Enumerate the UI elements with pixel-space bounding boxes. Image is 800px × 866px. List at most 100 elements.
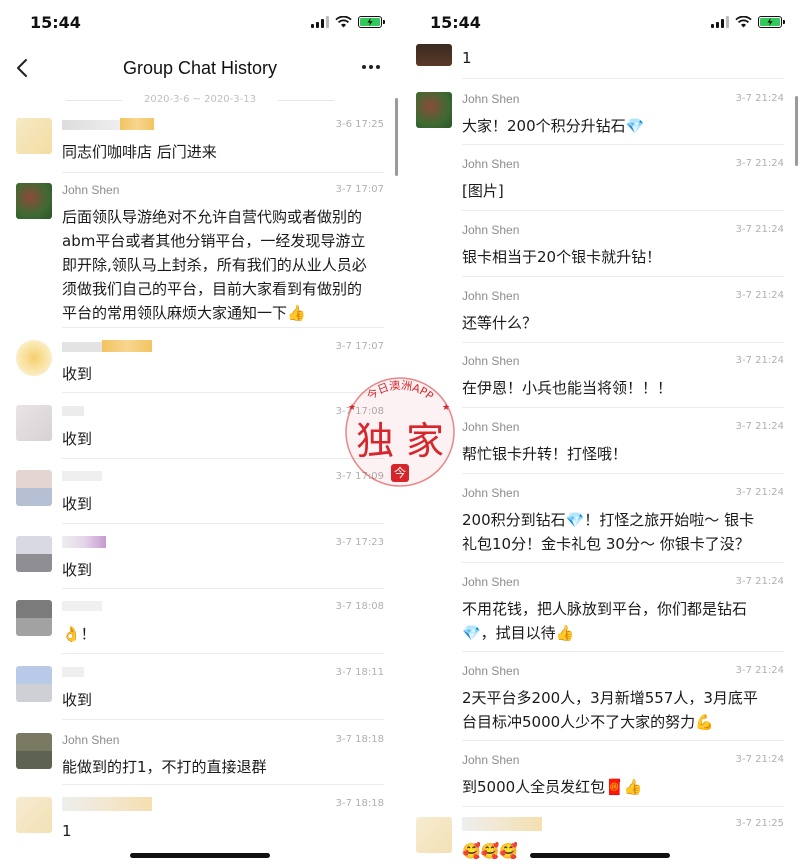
message-time: 3-7 21:24 — [735, 158, 784, 169]
sender-name: John Shen — [462, 289, 520, 303]
sender-name: John Shen — [462, 354, 520, 368]
more-button[interactable] — [358, 54, 384, 80]
sender-name — [62, 118, 154, 133]
avatar — [416, 817, 452, 853]
sender-name — [62, 797, 152, 814]
message-text: 还等什么？ — [462, 314, 538, 332]
message-time: 3-7 21:25 — [735, 818, 784, 829]
message-time: 3-7 17:07 — [335, 184, 384, 195]
sender-name — [62, 470, 102, 484]
message-text: 收到 — [62, 691, 93, 709]
message-time: 3-7 21:24 — [735, 93, 784, 104]
divider — [462, 473, 784, 474]
message-text: 银卡相当于20个银卡就升钻！ — [462, 248, 662, 266]
sender-name: John Shen — [462, 223, 520, 237]
message-item[interactable]: 3-7 18:08 👌！ — [0, 600, 400, 660]
message-item[interactable]: 3-7 21:25 🥰🥰🥰 — [400, 817, 800, 866]
sender-name: John Shen — [462, 575, 520, 589]
message-text: 能做到的打1，不打的直接退群 — [62, 758, 267, 776]
message-item[interactable]: 1 — [400, 44, 800, 74]
sender-name: John Shen — [462, 92, 520, 106]
avatar — [16, 470, 52, 506]
message-item[interactable]: John Shen 3-7 21:24 2天平台多200人，3月新增557人，3… — [400, 664, 800, 746]
message-text: 后面领队导游绝对不允许自营代购或者做别的 abm平台或者其他分销平台，一经发现导… — [62, 208, 367, 322]
nav-bar: Group Chat History — [0, 46, 400, 90]
watermark-big-text: 独 家 — [356, 419, 444, 463]
message-text: 大家！200个积分升钻石💎 — [462, 117, 645, 135]
message-time: 3-6 17:25 — [335, 119, 384, 130]
message-text: 200积分到钻石💎！打怪之旅开始啦～ 银卡 礼包10分！金卡礼包 30分～ 你银… — [462, 511, 755, 553]
message-text: 帮忙银卡升转！打怪哦！ — [462, 445, 628, 463]
status-time: 15:44 — [430, 13, 481, 32]
message-time: 3-7 21:24 — [735, 576, 784, 587]
status-icons — [711, 16, 785, 28]
message-time: 3-7 21:24 — [735, 487, 784, 498]
avatar — [16, 797, 52, 833]
message-text: 收到 — [62, 561, 93, 579]
divider — [62, 172, 384, 173]
message-item[interactable]: 3-7 18:11 收到 — [0, 666, 400, 726]
wifi-icon — [335, 16, 352, 28]
home-indicator[interactable] — [130, 853, 270, 858]
avatar — [16, 340, 52, 376]
avatar — [16, 183, 52, 219]
message-item[interactable]: 3-7 18:18 1 — [0, 797, 400, 857]
sender-name: John Shen — [62, 183, 120, 197]
divider — [462, 210, 784, 211]
divider — [62, 653, 384, 654]
divider — [462, 78, 784, 79]
divider — [462, 740, 784, 741]
message-text: 不用花钱，把人脉放到平台，你们都是钻石 💎，拭目以待👍 — [462, 600, 748, 642]
sender-name — [62, 536, 106, 551]
avatar — [16, 536, 52, 572]
watermark-star-right: ★ — [442, 403, 450, 413]
message-text: 在伊恩！小兵也能当将领！！！ — [462, 379, 673, 397]
message-item[interactable]: John Shen 3-7 21:24 大家！200个积分升钻石💎 — [400, 92, 800, 150]
message-time: 3-7 17:07 — [335, 341, 384, 352]
message-text: 2天平台多200人，3月新增557人，3月底平 台目标冲5000人少不了大家的努… — [462, 689, 758, 731]
message-item[interactable]: John Shen 3-7 21:24 [图片] — [400, 157, 800, 215]
message-text: 1 — [62, 822, 72, 840]
message-text: [图片] — [462, 182, 504, 200]
message-item[interactable]: 3-7 17:23 收到 — [0, 536, 400, 596]
signal-icon — [311, 16, 329, 28]
message-text: 🥰🥰🥰 — [462, 842, 519, 860]
message-item[interactable]: John Shen 3-7 21:24 还等什么？ — [400, 289, 800, 347]
message-item[interactable]: John Shen 3-7 17:07 后面领队导游绝对不允许自营代购或者做别的… — [0, 183, 400, 323]
sender-name: John Shen — [462, 753, 520, 767]
sender-name: John Shen — [462, 420, 520, 434]
avatar — [416, 92, 452, 128]
message-time: 3-7 21:24 — [735, 290, 784, 301]
sender-name: John Shen — [462, 486, 520, 500]
message-item[interactable]: John Shen 3-7 21:24 不用花钱，把人脉放到平台，你们都是钻石 … — [400, 575, 800, 657]
watermark-badge-text: 今 — [394, 465, 406, 480]
divider — [462, 342, 784, 343]
status-bar: 15:44 — [400, 0, 800, 46]
status-icons — [311, 16, 385, 28]
divider — [62, 327, 384, 328]
status-time: 15:44 — [30, 13, 81, 32]
divider — [462, 276, 784, 277]
wifi-icon — [735, 16, 752, 28]
message-time: 3-7 18:11 — [335, 667, 384, 678]
status-bar: 15:44 — [0, 0, 400, 46]
avatar — [16, 405, 52, 441]
message-text: 到5000人全员发红包🧧👍 — [462, 778, 643, 796]
exclusive-watermark-stamp: 今日澳洲APP ★ ★ 独 家 今 — [345, 377, 455, 487]
divider — [462, 407, 784, 408]
message-item[interactable]: 3-6 17:25 同志们咖啡店 后门进来 — [0, 118, 400, 176]
message-item[interactable]: John Shen 3-7 21:24 到5000人全员发红包🧧👍 — [400, 753, 800, 811]
message-text: 👌！ — [62, 625, 96, 643]
avatar — [16, 666, 52, 702]
message-item[interactable]: John Shen 3-7 21:24 银卡相当于20个银卡就升钻！ — [400, 223, 800, 281]
divider — [62, 523, 384, 524]
avatar — [416, 44, 452, 66]
divider — [62, 719, 384, 720]
more-icon — [362, 65, 380, 69]
sender-name — [62, 600, 102, 614]
message-text: 同志们咖啡店 后门进来 — [62, 143, 217, 161]
message-time: 3-7 18:08 — [335, 601, 384, 612]
home-indicator[interactable] — [530, 853, 670, 858]
message-text: 1 — [462, 49, 472, 67]
divider — [62, 588, 384, 589]
